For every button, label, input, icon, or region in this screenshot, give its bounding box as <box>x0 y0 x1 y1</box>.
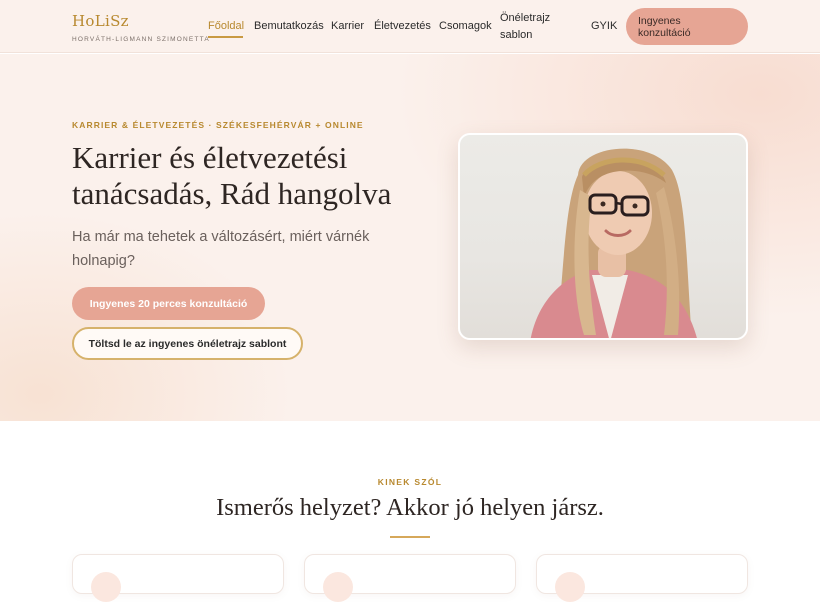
section-eyebrow: KINEK SZÓL <box>377 477 443 487</box>
site-header: HoLiSz HORVÁTH-LIGMANN SZIMONETTA Főolda… <box>0 0 820 53</box>
nav-item-gyik[interactable]: GYIK <box>591 20 617 32</box>
hero-section: KARRIER & ÉLETVEZETÉS · SZÉKESFEHÉRVÁR +… <box>0 54 820 421</box>
nav-item-bemutatkozas[interactable]: Bemutatkozás <box>254 20 324 32</box>
section-title: Ismerős helyzet? Akkor jó helyen jársz. <box>216 494 604 521</box>
nav-item-eletvezetes[interactable]: Életvezetés <box>374 20 431 32</box>
portrait-illustration <box>530 148 697 338</box>
nav-item-karrier[interactable]: Karrier <box>331 20 364 32</box>
audience-card <box>304 554 516 602</box>
logo[interactable]: HoLiSz HORVÁTH-LIGMANN SZIMONETTA <box>72 12 210 43</box>
nav-item-fooldal[interactable]: Főoldal <box>208 20 244 32</box>
logo-subtitle: HORVÁTH-LIGMANN SZIMONETTA <box>72 36 210 43</box>
card-icon <box>91 572 121 602</box>
header-consultation-button[interactable]: Ingyenes konzultáció <box>626 8 748 45</box>
card-icon <box>323 572 353 602</box>
hero-eyebrow: KARRIER & ÉLETVEZETÉS · SZÉKESFEHÉRVÁR +… <box>72 120 364 130</box>
audience-card <box>72 554 284 602</box>
logo-name: HoLiSz <box>72 12 129 30</box>
section-divider <box>390 536 430 538</box>
active-nav-underline <box>208 36 243 38</box>
portrait-photo <box>458 133 748 340</box>
download-cv-template-button[interactable]: Töltsd le az ingyenes önéletrajz sablont <box>72 327 303 360</box>
nav-item-oneletrajz-sablon[interactable]: Önéletrajz sablon <box>500 10 566 44</box>
nav-item-csomagok[interactable]: Csomagok <box>439 20 492 32</box>
free-consultation-button[interactable]: Ingyenes 20 perces konzultáció <box>72 287 265 320</box>
card-icon <box>555 572 585 602</box>
hero-title: Karrier és életvezetési tanácsadás, Rád … <box>72 140 392 211</box>
audience-card <box>536 554 748 602</box>
hero-subtitle: Ha már ma tehetek a változásért, miért v… <box>72 229 370 269</box>
